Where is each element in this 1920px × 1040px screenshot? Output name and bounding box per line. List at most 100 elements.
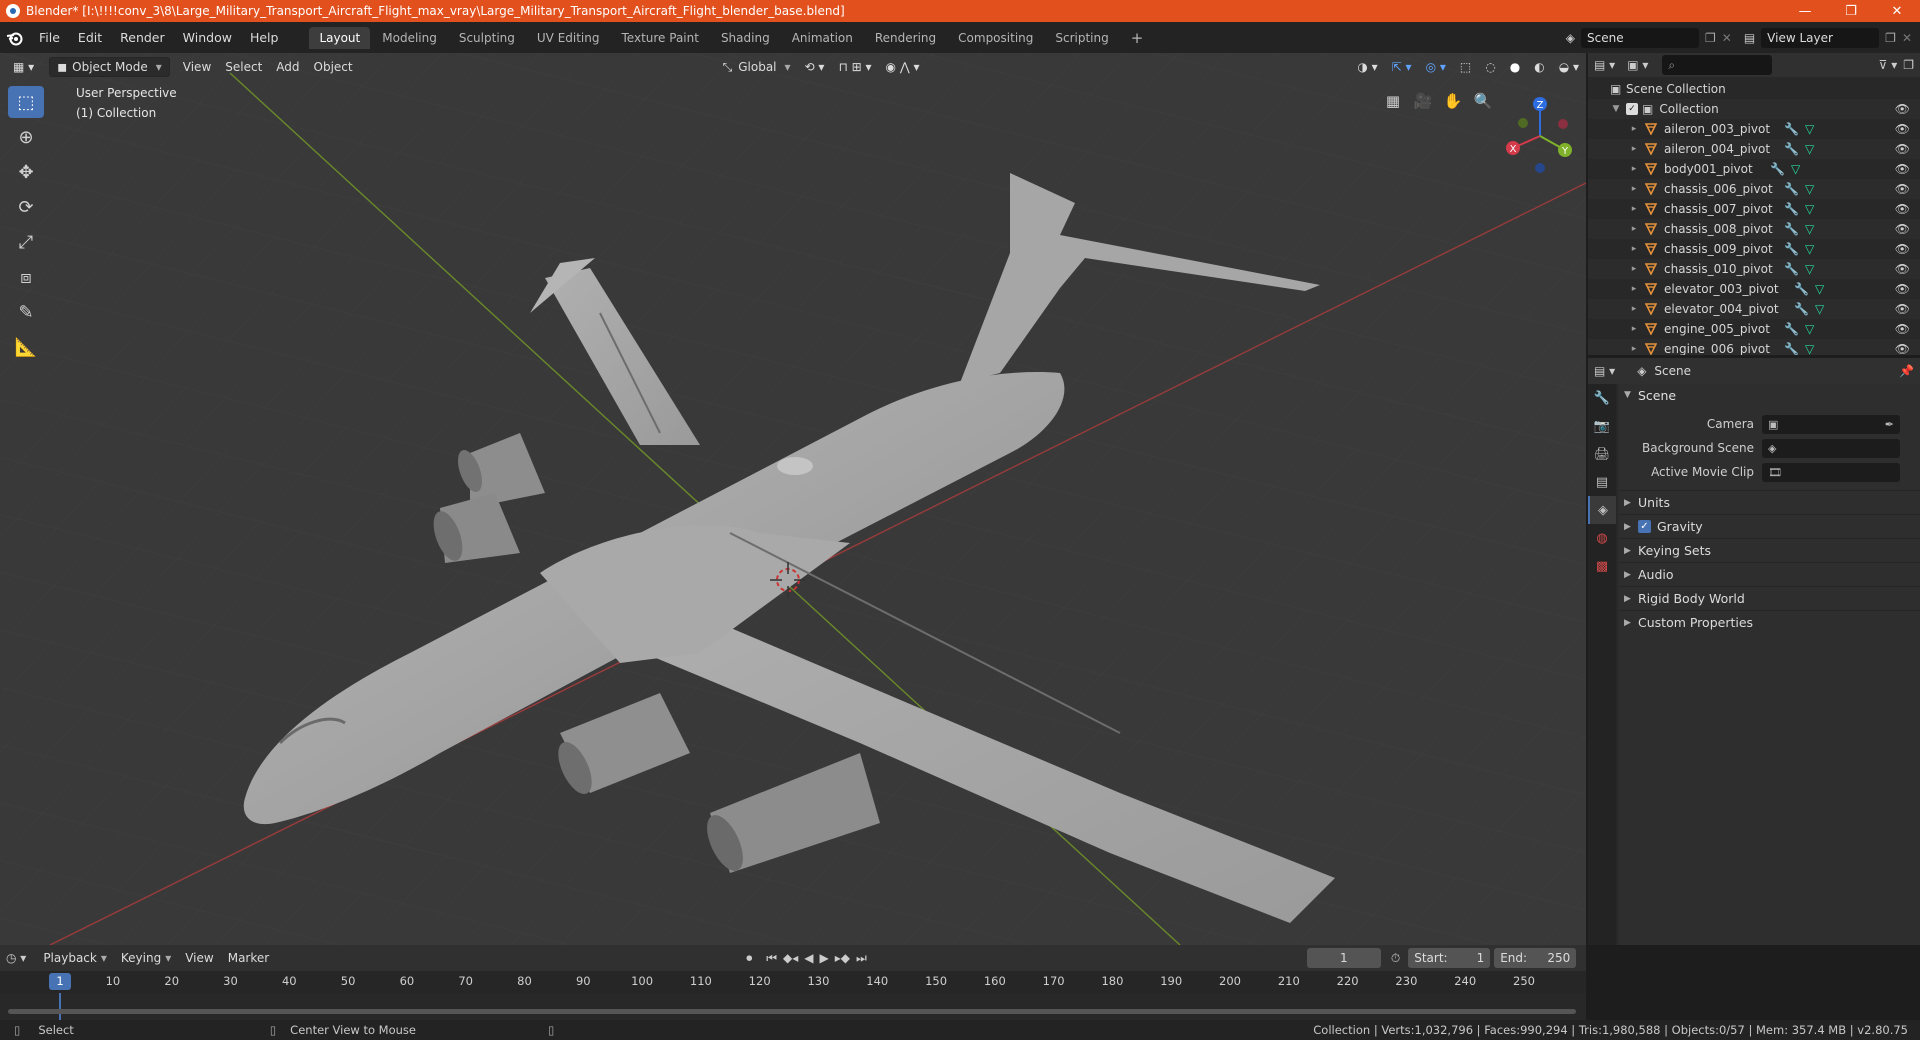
delete-view-layer-icon[interactable]: ✕ — [1902, 31, 1912, 45]
jump-end-icon[interactable]: ⏭ — [856, 951, 867, 966]
transform-orientation[interactable]: ⤡ Global ▾ — [716, 57, 798, 77]
play-reverse-icon[interactable]: ◀ — [804, 951, 813, 965]
outliner-item[interactable]: ▸ engine_005_pivot 🔧 ▽ 👁 — [1588, 319, 1920, 339]
minimize-button[interactable]: — — [1782, 0, 1828, 22]
scale-tool-icon[interactable]: ⤢ — [8, 226, 44, 258]
expand-icon[interactable]: ▸ — [1628, 244, 1640, 254]
outliner-item[interactable]: ▸ elevator_004_pivot 🔧 ▽ 👁 — [1588, 299, 1920, 319]
mesh-data-icon[interactable]: ▽ — [1815, 302, 1824, 316]
modifier-wrench-icon[interactable]: 🔧 — [1784, 122, 1799, 136]
new-view-layer-icon[interactable]: ❐ — [1885, 31, 1896, 45]
visibility-eye-icon[interactable]: 👁 — [1895, 282, 1910, 296]
next-keyframe-icon[interactable]: ▸◆ — [835, 951, 850, 965]
mesh-data-icon[interactable]: ▽ — [1805, 122, 1814, 136]
solid-shading-icon[interactable]: ● — [1503, 57, 1527, 77]
menu-help[interactable]: Help — [241, 22, 288, 53]
mesh-data-icon[interactable]: ▽ — [1805, 262, 1814, 276]
outliner-item[interactable]: ▸ chassis_010_pivot 🔧 ▽ 👁 — [1588, 259, 1920, 279]
outliner-item[interactable]: ▸ aileron_004_pivot 🔧 ▽ 👁 — [1588, 139, 1920, 159]
pivot-point-icon[interactable]: ⟲ ▾ — [798, 57, 832, 77]
timeline-body[interactable] — [0, 993, 1586, 1020]
editor-type-icon[interactable]: ▤ ▾ — [1594, 364, 1615, 378]
editor-type-icon[interactable]: ▤ ▾ — [1594, 58, 1615, 72]
texture-tab-icon[interactable]: ▩ — [1588, 552, 1616, 580]
timeline-menu-keying[interactable]: Keying ▾ — [114, 948, 178, 968]
background-scene-field[interactable]: ◈ — [1762, 438, 1900, 458]
scene-panel-header[interactable]: ▼ Scene — [1618, 384, 1920, 406]
outliner-item[interactable]: ▸ aileron_003_pivot 🔧 ▽ 👁 — [1588, 119, 1920, 139]
modifier-wrench-icon[interactable]: 🔧 — [1794, 282, 1809, 296]
pan-view-hand-icon[interactable]: ✋ — [1438, 89, 1468, 113]
delete-scene-icon[interactable]: ✕ — [1722, 31, 1732, 45]
scene-field[interactable]: Scene — [1581, 27, 1699, 48]
jump-start-icon[interactable]: ⏮ — [766, 951, 777, 966]
clock-icon[interactable]: ⏱ — [1391, 951, 1400, 966]
start-frame-field[interactable]: Start: 1 — [1408, 948, 1491, 968]
timeline-menu-playback[interactable]: Playback ▾ — [36, 948, 114, 968]
modifier-wrench-icon[interactable]: 🔧 — [1794, 302, 1809, 316]
wireframe-shading-icon[interactable]: ◌ — [1478, 57, 1502, 77]
mesh-data-icon[interactable]: ▽ — [1791, 162, 1800, 176]
visibility-eye-icon[interactable]: 👁 — [1895, 162, 1910, 176]
timeline-menu-view[interactable]: View — [178, 948, 220, 968]
active-movie-clip-field[interactable]: 🎞 — [1762, 462, 1900, 482]
visibility-eye-icon[interactable]: 👁 — [1895, 122, 1910, 136]
editor-type-icon[interactable]: ▦ ▾ — [6, 57, 41, 77]
navigation-gizmo[interactable]: Z X Y — [1495, 88, 1585, 183]
visibility-eye-icon[interactable]: 👁 — [1895, 182, 1910, 196]
modifier-wrench-icon[interactable]: 🔧 — [1784, 322, 1799, 336]
close-button[interactable]: ✕ — [1874, 0, 1920, 22]
expand-icon[interactable]: ▸ — [1628, 264, 1640, 274]
modifier-wrench-icon[interactable]: 🔧 — [1784, 342, 1799, 355]
expand-icon[interactable]: ▸ — [1628, 124, 1640, 134]
proportional-edit-icon[interactable]: ◉ ⋀ ▾ — [879, 57, 927, 77]
view-layer-field[interactable]: View Layer — [1761, 27, 1880, 48]
modifier-wrench-icon[interactable]: 🔧 — [1784, 202, 1799, 216]
camera-field[interactable]: ▣ ✒ — [1762, 414, 1900, 434]
menu-render[interactable]: Render — [111, 22, 174, 53]
rigid-body-world-panel[interactable]: ▶ Rigid Body World — [1618, 586, 1920, 610]
mesh-data-icon[interactable]: ▽ — [1805, 342, 1814, 355]
zoom-view-icon[interactable]: 🔍 — [1468, 89, 1498, 113]
collapse-icon[interactable]: ▼ — [1610, 104, 1622, 114]
modifier-wrench-icon[interactable]: 🔧 — [1770, 162, 1785, 176]
eyedropper-icon[interactable]: ✒ — [1885, 418, 1894, 431]
expand-icon[interactable]: ▸ — [1628, 164, 1640, 174]
mesh-data-icon[interactable]: ▽ — [1805, 182, 1814, 196]
tab-uv-editing[interactable]: UV Editing — [527, 27, 610, 49]
expand-icon[interactable]: ▸ — [1628, 324, 1640, 334]
gravity-panel[interactable]: ▶ ✓ Gravity — [1618, 514, 1920, 538]
transform-tool-icon[interactable]: ⧈ — [8, 261, 44, 293]
view-layer-tab-icon[interactable]: ▤ — [1588, 468, 1616, 496]
outliner-item[interactable]: ▸ chassis_007_pivot 🔧 ▽ 👁 — [1588, 199, 1920, 219]
measure-tool-icon[interactable]: 📐 — [8, 331, 44, 363]
3d-viewport[interactable]: ▦ ▾ ◼ Object Mode ▾ View Select Add Obje… — [0, 53, 1586, 945]
overlay-toggle-icon[interactable]: ◎ ▾ — [1419, 57, 1453, 77]
new-collection-icon[interactable]: ❐ — [1903, 58, 1914, 72]
tab-scripting[interactable]: Scripting — [1045, 27, 1118, 49]
timeline-scrollbar[interactable] — [8, 1009, 1576, 1014]
mesh-data-icon[interactable]: ▽ — [1805, 242, 1814, 256]
playhead-line[interactable] — [59, 993, 61, 1020]
cursor-tool-icon[interactable]: ⊕ — [8, 121, 44, 153]
maximize-button[interactable]: ❐ — [1828, 0, 1874, 22]
toggle-camera-view-grid-icon[interactable]: ▦ — [1378, 89, 1408, 113]
viewport-menu-view[interactable]: View — [176, 57, 218, 77]
expand-icon[interactable]: ▸ — [1628, 224, 1640, 234]
units-panel[interactable]: ▶ Units — [1618, 490, 1920, 514]
record-icon[interactable]: ⏺ — [746, 951, 752, 966]
menu-file[interactable]: File — [30, 22, 69, 53]
mesh-data-icon[interactable]: ▽ — [1805, 142, 1814, 156]
expand-icon[interactable]: ▸ — [1628, 304, 1640, 314]
modifier-wrench-icon[interactable]: 🔧 — [1784, 142, 1799, 156]
menu-edit[interactable]: Edit — [69, 22, 111, 53]
current-frame-field[interactable]: 1 — [1306, 948, 1381, 968]
display-mode-icon[interactable]: ▣ ▾ — [1627, 58, 1648, 72]
rotate-tool-icon[interactable]: ⟳ — [8, 191, 44, 223]
modifier-wrench-icon[interactable]: 🔧 — [1784, 242, 1799, 256]
pin-icon[interactable]: 📌 — [1899, 364, 1914, 378]
expand-icon[interactable]: ▸ — [1628, 144, 1640, 154]
visibility-eye-icon[interactable]: 👁 — [1895, 242, 1910, 256]
tab-animation[interactable]: Animation — [782, 27, 863, 49]
visibility-eye-icon[interactable]: 👁 — [1895, 222, 1910, 236]
